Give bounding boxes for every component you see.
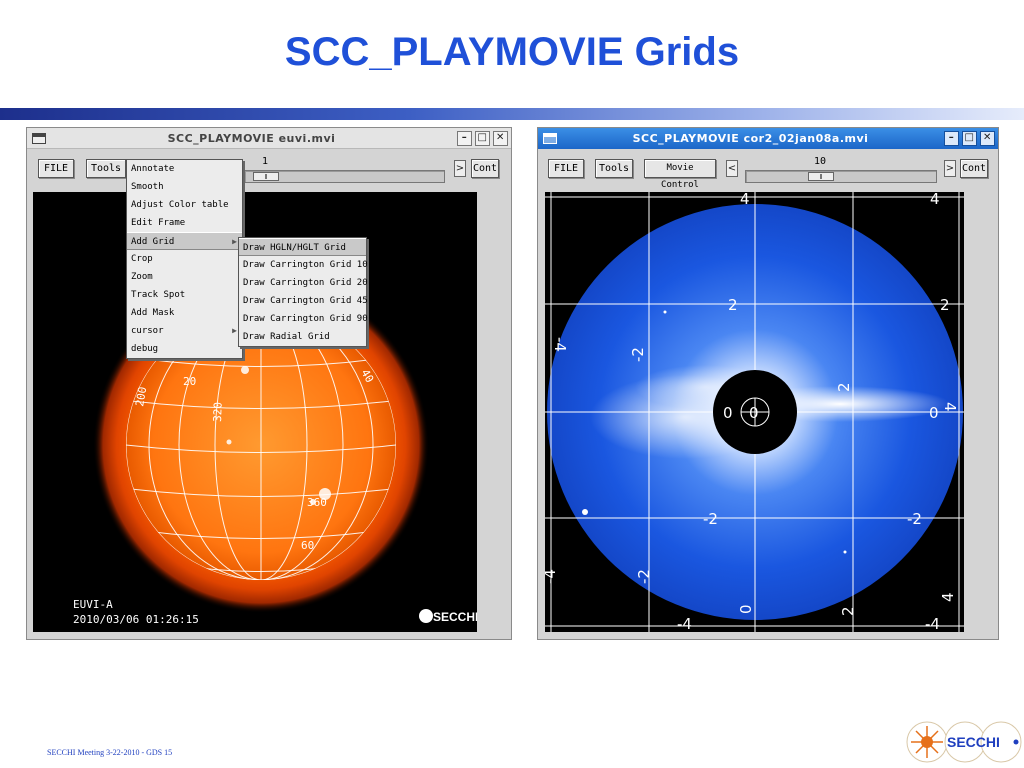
tools-menu[interactable]: Annotate Smooth Adjust Color table Edit … bbox=[126, 159, 243, 359]
timestamp-label: 2010/03/06 01:26:15 bbox=[73, 613, 199, 626]
submenu-item-carrington-45[interactable]: Draw Carrington Grid 45 bbox=[239, 292, 368, 310]
submenu-item-hgln-hglt-grid[interactable]: Draw HGLN/HGLT Grid bbox=[239, 238, 366, 256]
submenu-item-carrington-90[interactable]: Draw Carrington Grid 90 bbox=[239, 310, 368, 328]
prev-frame-arrow-icon[interactable]: < bbox=[726, 160, 738, 177]
grid-label: 60 bbox=[301, 539, 314, 552]
grid-label: 0 bbox=[749, 404, 759, 422]
frame-number: 10 bbox=[814, 156, 827, 167]
grid-label: 4 bbox=[941, 402, 959, 412]
window-menu-icon[interactable] bbox=[543, 133, 557, 144]
slide-title: SCC_PLAYMOVIE Grids bbox=[284, 30, 740, 74]
secchi-badge-icon bbox=[419, 609, 433, 623]
window-menu-icon[interactable] bbox=[32, 132, 46, 144]
slide-footer: SECCHI Meeting 3-22-2010 - GDS 15 bbox=[47, 748, 173, 757]
grid-label: 320 bbox=[211, 402, 225, 422]
menu-item-debug[interactable]: debug bbox=[127, 340, 242, 358]
frame-slider-thumb[interactable] bbox=[253, 172, 279, 181]
minimize-icon[interactable]: – bbox=[944, 131, 959, 146]
viewport-scroll-strip bbox=[964, 192, 992, 632]
menu-item-smooth[interactable]: Smooth bbox=[127, 178, 242, 196]
tools-button[interactable]: Tools bbox=[595, 159, 633, 178]
euvi-window-titlebar[interactable]: SCC_PLAYMOVIE euvi.mvi – □ ✕ bbox=[27, 128, 511, 149]
sun-icon bbox=[921, 736, 933, 748]
grid-label: 2 bbox=[728, 296, 738, 314]
frame-number: 1 bbox=[262, 156, 269, 167]
next-frame-arrow-icon[interactable]: > bbox=[454, 160, 466, 177]
grid-label: -4 bbox=[677, 615, 692, 632]
grid-label: -4 bbox=[925, 615, 940, 632]
maximize-icon[interactable]: □ bbox=[475, 130, 490, 146]
maximize-icon[interactable]: □ bbox=[962, 131, 977, 146]
grid-label: 4 bbox=[930, 192, 940, 208]
euvi-window-title: SCC_PLAYMOVIE euvi.mvi bbox=[167, 131, 336, 145]
minimize-icon[interactable]: – bbox=[457, 130, 472, 146]
grid-label: 360 bbox=[307, 496, 327, 509]
grid-label: 2 bbox=[940, 296, 950, 314]
grid-label: 4 bbox=[740, 192, 750, 208]
grid-label: 4 bbox=[939, 592, 957, 602]
submenu-item-radial-grid[interactable]: Draw Radial Grid bbox=[239, 328, 366, 346]
close-icon[interactable]: ✕ bbox=[493, 130, 508, 146]
menu-item-cursor[interactable]: cursor ▶ bbox=[127, 322, 242, 340]
logo-dot-icon bbox=[1013, 739, 1019, 745]
frame-slider[interactable] bbox=[244, 170, 445, 183]
cont-button[interactable]: Cont bbox=[960, 159, 988, 178]
grid-label: -2 bbox=[703, 510, 718, 528]
cor2-playmovie-window[interactable]: SCC_PLAYMOVIE cor2_02jan08a.mvi – □ ✕ FI… bbox=[537, 127, 999, 640]
euvi-playmovie-window[interactable]: SCC_PLAYMOVIE euvi.mvi – □ ✕ FILE Tools … bbox=[26, 127, 512, 640]
frame-slider-thumb[interactable] bbox=[808, 172, 834, 181]
menu-item-edit-frame[interactable]: Edit Frame bbox=[127, 214, 242, 232]
grid-label: 0 bbox=[723, 404, 733, 422]
instrument-label: EUVI-A bbox=[73, 598, 113, 611]
movie-control-button[interactable]: Movie Control bbox=[644, 159, 716, 190]
submenu-arrow-icon: ▶ bbox=[232, 326, 237, 335]
cor2-window-titlebar[interactable]: SCC_PLAYMOVIE cor2_02jan08a.mvi – □ ✕ bbox=[538, 128, 998, 149]
close-icon[interactable]: ✕ bbox=[980, 131, 995, 146]
menu-item-add-mask[interactable]: Add Mask bbox=[127, 304, 242, 322]
submenu-arrow-icon: ▶ bbox=[232, 237, 237, 246]
cor2-window-title: SCC_PLAYMOVIE cor2_02jan08a.mvi bbox=[632, 132, 869, 145]
grid-label: 2 bbox=[839, 606, 857, 616]
secchi-logo: SECCHI bbox=[906, 721, 1022, 763]
cor2-image-viewport[interactable]: 4 4 2 2 -4 -2 0 0 0 4 2 -2 -2 -4 -2 0 2 … bbox=[545, 192, 964, 632]
menu-item-crop[interactable]: Crop bbox=[127, 250, 242, 268]
grid-label: 0 bbox=[929, 404, 939, 422]
file-button[interactable]: FILE bbox=[548, 159, 584, 178]
title-rule bbox=[0, 108, 1024, 120]
menu-item-zoom[interactable]: Zoom bbox=[127, 268, 242, 286]
submenu-item-carrington-10[interactable]: Draw Carrington Grid 10 bbox=[239, 256, 368, 274]
logo-text: SECCHI bbox=[947, 734, 1000, 750]
grid-label: -2 bbox=[907, 510, 922, 528]
grid-label: -4 bbox=[551, 337, 569, 352]
menu-item-annotate[interactable]: Annotate bbox=[127, 160, 242, 178]
grid-label: -2 bbox=[635, 569, 653, 584]
cont-button[interactable]: Cont bbox=[471, 159, 499, 178]
secchi-badge-text: SECCHI bbox=[433, 610, 477, 624]
frame-slider[interactable] bbox=[745, 170, 937, 183]
grid-label: 20 bbox=[183, 375, 196, 388]
tools-button[interactable]: Tools bbox=[86, 159, 126, 178]
grid-label: 0 bbox=[737, 604, 755, 614]
file-button[interactable]: FILE bbox=[38, 159, 74, 178]
grid-label: 2 bbox=[835, 382, 853, 392]
next-frame-arrow-icon[interactable]: > bbox=[944, 160, 956, 177]
menu-item-adjust-color-table[interactable]: Adjust Color table bbox=[127, 196, 242, 214]
menu-item-add-grid-label: Add Grid bbox=[131, 237, 175, 247]
add-grid-submenu[interactable]: Draw HGLN/HGLT Grid Draw Carrington Grid… bbox=[238, 237, 368, 347]
grid-label: -4 bbox=[545, 569, 559, 584]
grid-label: -2 bbox=[629, 347, 647, 362]
menu-item-cursor-label: cursor bbox=[131, 326, 164, 336]
menu-item-add-grid[interactable]: Add Grid ▶ bbox=[127, 232, 242, 250]
cor2-coronagraph-image: 4 4 2 2 -4 -2 0 0 0 4 2 -2 -2 -4 -2 0 2 … bbox=[545, 192, 964, 632]
submenu-item-carrington-20[interactable]: Draw Carrington Grid 20 bbox=[239, 274, 368, 292]
menu-item-track-spot[interactable]: Track Spot bbox=[127, 286, 242, 304]
